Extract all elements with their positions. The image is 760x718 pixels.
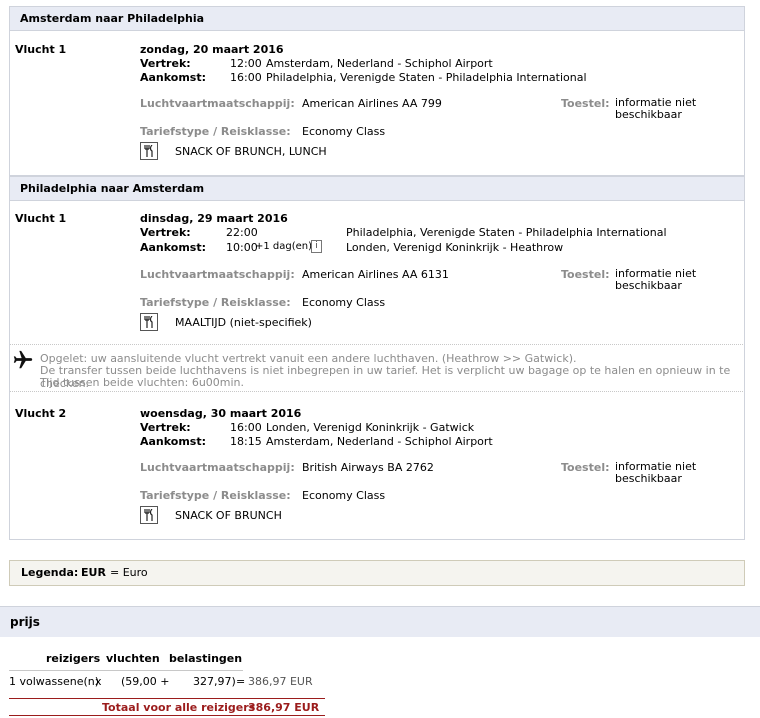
- departure-time: 12:00: [230, 57, 262, 70]
- arrival-label: Aankomst:: [140, 435, 207, 448]
- fork-knife-icon: [140, 313, 158, 331]
- fork-knife-icon: [140, 506, 158, 524]
- arrival-label: Aankomst:: [140, 241, 207, 254]
- total-line-bottom: [9, 715, 325, 716]
- departure-time: 22:00: [226, 226, 258, 239]
- departure-place: Philadelphia, Verenigde Staten - Philade…: [346, 226, 667, 239]
- transfer-warning-line3: Tijd tussen beide vluchten: 6u00min.: [40, 376, 245, 389]
- divider: [10, 391, 743, 392]
- legend-label: Legenda:: [21, 566, 79, 579]
- price-times: x: [95, 675, 102, 688]
- fare-label: Tariefstype / Reisklasse:: [140, 125, 291, 138]
- price-title: prijs: [10, 615, 40, 629]
- fare-value: Economy Class: [302, 296, 386, 309]
- divider: [10, 344, 743, 345]
- legend-bar: Legenda: EUR = Euro: [9, 560, 745, 586]
- price-flights: (59,00 +: [121, 675, 170, 688]
- departure-time: 16:00: [230, 421, 262, 434]
- aircraft-label: Toestel:: [561, 97, 610, 110]
- fare-value: Economy Class: [302, 489, 386, 502]
- meal-text: SNACK OF BRUNCH, LUNCH: [175, 145, 327, 158]
- price-equals: =: [236, 675, 246, 688]
- legend-currency-code: EUR: [81, 566, 106, 579]
- arrival-place: Amsterdam, Nederland - Schiphol Airport: [266, 435, 493, 448]
- aircraft-label: Toestel:: [561, 268, 610, 281]
- flight-date: zondag, 20 maart 2016: [140, 43, 284, 56]
- arrival-place: Philadelphia, Verenigde Staten - Philade…: [266, 71, 587, 84]
- price-header: prijs: [0, 606, 760, 637]
- departure-place: Amsterdam, Nederland - Schiphol Airport: [266, 57, 493, 70]
- legend-currency-text: = Euro: [110, 566, 148, 579]
- segment-outbound: [9, 6, 745, 176]
- flight-label: Vlucht 2: [15, 407, 67, 420]
- price-row-line: [9, 670, 243, 671]
- route-title: Amsterdam naar Philadelphia: [20, 12, 205, 25]
- aircraft-value: informatie niet beschikbaar: [615, 460, 697, 485]
- airline-label: Luchtvaartmaatschappij:: [140, 461, 295, 474]
- meal-text: SNACK OF BRUNCH: [175, 509, 282, 522]
- arrival-day-offset: +1 dag(en): [255, 241, 313, 252]
- price-row-total: 386,97 EUR: [248, 675, 313, 688]
- airline-label: Luchtvaartmaatschappij:: [140, 97, 295, 110]
- flight-label: Vlucht 1: [15, 212, 67, 225]
- flight-date: woensdag, 30 maart 2016: [140, 407, 302, 420]
- aircraft-value: informatie niet beschikbaar: [615, 267, 697, 292]
- arrival-time: 16:00: [230, 71, 262, 84]
- fare-value: Economy Class: [302, 125, 386, 138]
- departure-label: Vertrek:: [140, 57, 191, 70]
- arrival-place: Londen, Verenigd Koninkrijk - Heathrow: [346, 241, 564, 254]
- info-icon[interactable]: i: [311, 240, 322, 253]
- airline-value: British Airways BA 2762: [302, 461, 434, 474]
- airline-label: Luchtvaartmaatschappij:: [140, 268, 295, 281]
- segment-header-outbound: Amsterdam naar Philadelphia: [9, 6, 745, 31]
- total-value: 386,97 EUR: [248, 701, 320, 714]
- departure-label: Vertrek:: [140, 421, 191, 434]
- price-travelers: 1 volwassene(n): [9, 675, 100, 688]
- meal-text: MAALTIJD (niet-specifiek): [175, 316, 312, 329]
- aircraft-value: informatie niet beschikbaar: [615, 96, 697, 121]
- flight-label: Vlucht 1: [15, 43, 67, 56]
- col-travelers: reizigers: [46, 652, 101, 665]
- departure-place: Londen, Verenigd Koninkrijk - Gatwick: [266, 421, 475, 434]
- arrival-time: 18:15: [230, 435, 262, 448]
- col-flights: vluchten: [106, 652, 160, 665]
- fare-label: Tariefstype / Reisklasse:: [140, 489, 291, 502]
- airplane-icon: [12, 349, 34, 374]
- segment-header-return: Philadelphia naar Amsterdam: [9, 176, 745, 201]
- arrival-time: 10:00: [226, 241, 258, 254]
- arrival-label: Aankomst:: [140, 71, 207, 84]
- airline-value: American Airlines AA 799: [302, 97, 442, 110]
- fare-label: Tariefstype / Reisklasse:: [140, 296, 291, 309]
- flight-date: dinsdag, 29 maart 2016: [140, 212, 288, 225]
- col-taxes: belastingen: [169, 652, 243, 665]
- aircraft-label: Toestel:: [561, 461, 610, 474]
- departure-label: Vertrek:: [140, 226, 191, 239]
- airline-value: American Airlines AA 6131: [302, 268, 449, 281]
- total-label: Totaal voor alle reizigers: [102, 701, 256, 714]
- total-line-top: [9, 698, 325, 699]
- fork-knife-icon: [140, 142, 158, 160]
- route-title: Philadelphia naar Amsterdam: [20, 182, 205, 195]
- price-taxes: 327,97): [193, 675, 236, 688]
